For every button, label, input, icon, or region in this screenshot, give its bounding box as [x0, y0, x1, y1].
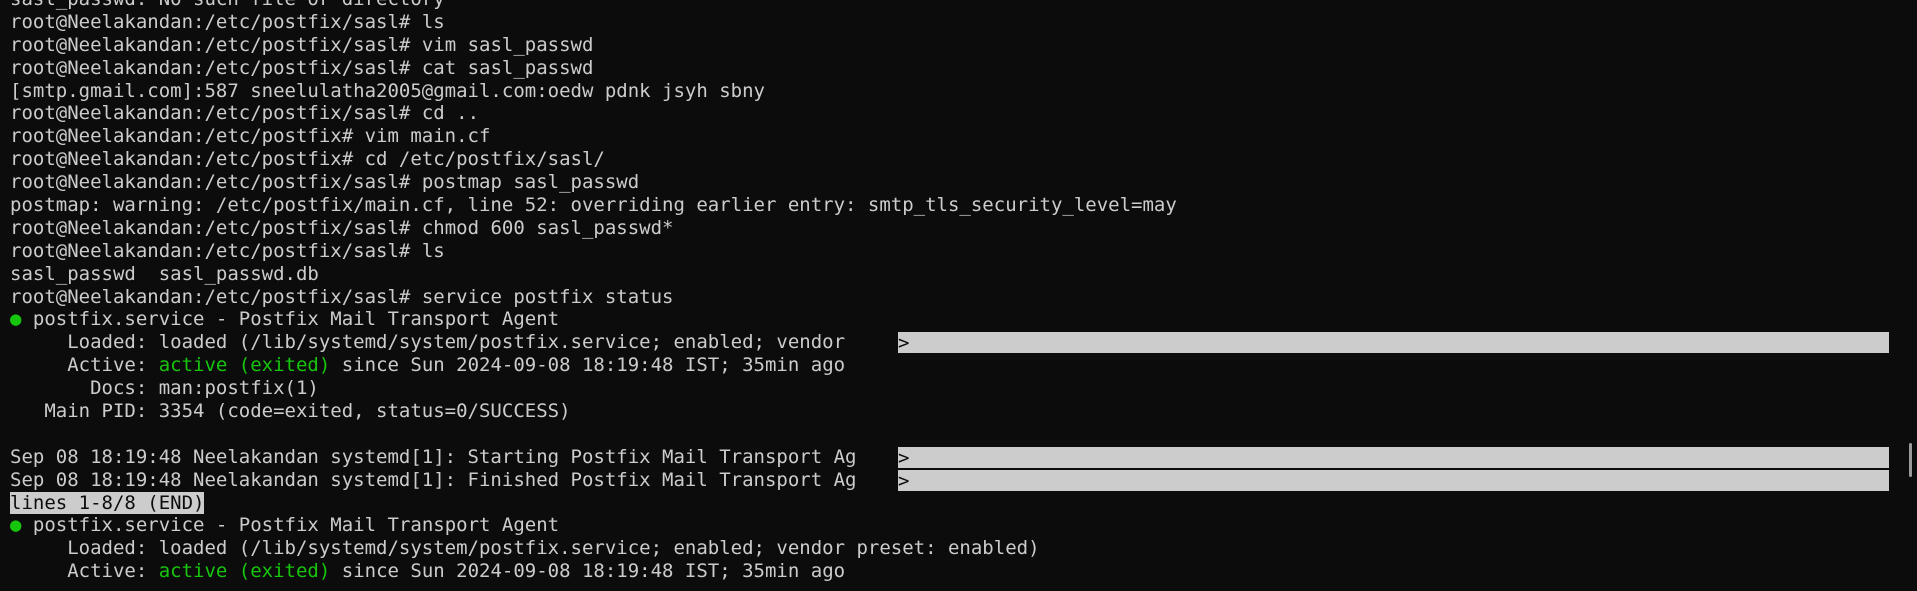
pager-status: lines 1-8/8 (END): [10, 491, 205, 514]
output-text: postfix.service - Postfix Mail Transport…: [21, 308, 560, 331]
terminal-line: Active: active (exited) since Sun 2024-0…: [10, 560, 1177, 583]
command-text: vim main.cf: [364, 125, 491, 148]
shell-prompt: root@Neelakandan:/etc/postfix#: [10, 125, 365, 148]
command-text: postmap sasl_passwd: [421, 171, 640, 194]
command-text: ls: [421, 239, 445, 262]
terminal-window[interactable]: sasl_passwd: No such file or directoryro…: [0, 0, 1917, 591]
status-dot-icon: ●: [10, 514, 22, 537]
shell-prompt: root@Neelakandan:/etc/postfix/sasl#: [10, 216, 422, 239]
shell-prompt: root@Neelakandan:/etc/postfix/sasl#: [10, 239, 422, 262]
output-text: sasl_passwd sasl_passwd.db: [10, 262, 319, 285]
output-text: postmap: warning: /etc/postfix/main.cf, …: [10, 194, 1177, 217]
terminal-line: root@Neelakandan:/etc/postfix/sasl# vim …: [10, 34, 1177, 57]
terminal-line: root@Neelakandan:/etc/postfix/sasl# post…: [10, 171, 1177, 194]
active-status: active (exited): [158, 354, 331, 377]
output-text: [smtp.gmail.com]:587 sneelulatha2005@gma…: [10, 79, 765, 102]
terminal-line: ● postfix.service - Postfix Mail Transpo…: [10, 308, 1177, 331]
truncation-marker: >: [898, 469, 1889, 492]
terminal-line: Main PID: 3354 (code=exited, status=0/SU…: [10, 400, 1177, 423]
output-text: Active:: [10, 560, 159, 583]
truncation-marker: >: [898, 446, 1889, 469]
terminal-line: root@Neelakandan:/etc/postfix/sasl# ls: [10, 11, 1177, 34]
terminal-line: Active: active (exited) since Sun 2024-0…: [10, 354, 1177, 377]
output-text: postfix.service - Postfix Mail Transport…: [21, 514, 560, 537]
shell-prompt: root@Neelakandan:/etc/postfix#: [10, 148, 365, 171]
output-text: Docs: man:postfix(1): [10, 377, 319, 400]
command-text: ls: [421, 10, 445, 33]
output-text: Main PID: 3354 (code=exited, status=0/SU…: [10, 400, 571, 423]
shell-prompt: root@Neelakandan:/etc/postfix/sasl#: [10, 10, 422, 33]
terminal-line: root@Neelakandan:/etc/postfix/sasl# serv…: [10, 286, 1177, 309]
terminal-line: sasl_passwd sasl_passwd.db: [10, 263, 1177, 286]
terminal-line: root@Neelakandan:/etc/postfix/sasl# cat …: [10, 57, 1177, 80]
output-text: Sep 08 18:19:48 Neelakandan systemd[1]: …: [10, 445, 857, 468]
command-text: vim sasl_passwd: [421, 33, 594, 56]
output-text: Loaded: loaded (/lib/systemd/system/post…: [10, 331, 857, 354]
terminal-line: postmap: warning: /etc/postfix/main.cf, …: [10, 194, 1177, 217]
output-text: since Sun 2024-09-08 18:19:48 IST; 35min…: [330, 354, 846, 377]
command-text: cat sasl_passwd: [421, 56, 594, 79]
output-text: Loaded: loaded (/lib/systemd/system/post…: [10, 537, 1040, 560]
terminal-line: Sep 08 18:19:48 Neelakandan systemd[1]: …: [10, 445, 1889, 469]
terminal-line: [smtp.gmail.com]:587 sneelulatha2005@gma…: [10, 80, 1177, 103]
truncation-marker: >: [898, 332, 1889, 354]
terminal-line: Docs: man:postfix(1): [10, 377, 1177, 400]
command-text: cd /etc/postfix/sasl/: [364, 148, 605, 171]
shell-prompt: root@Neelakandan:/etc/postfix/sasl#: [10, 171, 422, 194]
status-dot-icon: ●: [10, 308, 22, 331]
terminal-line: root@Neelakandan:/etc/postfix/sasl# ls: [10, 240, 1177, 263]
terminal-line: lines 1-8/8 (END): [10, 491, 1177, 515]
command-text: chmod 600 sasl_passwd*: [421, 216, 674, 239]
command-text: cd ..: [421, 102, 480, 125]
terminal-line: sasl_passwd: No such file or directory: [10, 0, 1177, 11]
terminal-line: Sep 08 18:19:48 Neelakandan systemd[1]: …: [10, 468, 1889, 492]
terminal-line: ● postfix.service - Postfix Mail Transpo…: [10, 514, 1177, 537]
shell-prompt: root@Neelakandan:/etc/postfix/sasl#: [10, 56, 422, 79]
shell-prompt: root@Neelakandan:/etc/postfix/sasl#: [10, 285, 422, 308]
terminal-line: root@Neelakandan:/etc/postfix/sasl# chmo…: [10, 217, 1177, 240]
active-status: active (exited): [158, 560, 331, 583]
terminal-line: root@Neelakandan:/etc/postfix# vim main.…: [10, 125, 1177, 148]
terminal-output: sasl_passwd: No such file or directoryro…: [10, 0, 1889, 583]
output-text: sasl_passwd: No such file or directory: [10, 0, 445, 10]
command-text: service postfix status: [421, 285, 674, 308]
shell-prompt: root@Neelakandan:/etc/postfix/sasl#: [10, 102, 422, 125]
output-text: Sep 08 18:19:48 Neelakandan systemd[1]: …: [10, 468, 857, 491]
terminal-line: Loaded: loaded (/lib/systemd/system/post…: [10, 537, 1177, 560]
terminal-line: root@Neelakandan:/etc/postfix# cd /etc/p…: [10, 148, 1177, 171]
scrollbar-thumb[interactable]: [1909, 443, 1912, 477]
terminal-line: root@Neelakandan:/etc/postfix/sasl# cd .…: [10, 102, 1177, 125]
output-text: since Sun 2024-09-08 18:19:48 IST; 35min…: [330, 560, 846, 583]
output-text: Active:: [10, 354, 159, 377]
terminal-line: Loaded: loaded (/lib/systemd/system/post…: [10, 331, 1889, 354]
shell-prompt: root@Neelakandan:/etc/postfix/sasl#: [10, 33, 422, 56]
